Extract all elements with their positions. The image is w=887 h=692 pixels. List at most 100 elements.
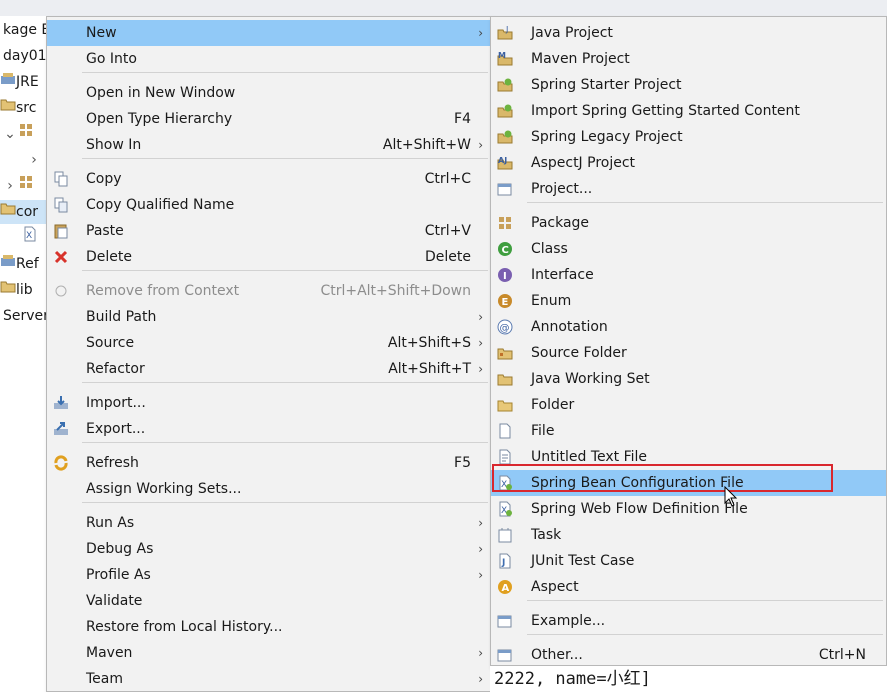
tree-expander-icon[interactable]: › — [26, 148, 42, 172]
submenu-item-label: Java Project — [531, 25, 613, 41]
source-folder-icon — [497, 345, 513, 361]
menu-item-open-type-hierarchy[interactable]: Open Type Hierarchy F4 — [47, 106, 491, 132]
explorer-tree-item[interactable]: day01_ — [3, 44, 46, 68]
menu-item-label: Restore from Local History... — [86, 619, 283, 635]
explorer-tree-item[interactable]: lib — [0, 278, 33, 302]
submenu-item-folder[interactable]: Folder — [491, 392, 886, 418]
menu-separator — [527, 634, 883, 635]
explorer-tree-item[interactable]: ⌄ — [2, 122, 34, 146]
explorer-tree-item[interactable]: Server — [3, 304, 46, 328]
explorer-tree-item[interactable]: X — [22, 226, 38, 250]
tree-expander-icon[interactable]: › — [2, 174, 18, 198]
submenu-item-spring-bean-configuration-file[interactable]: X Spring Bean Configuration File — [491, 470, 886, 496]
explorer-tree-item[interactable]: Ref — [0, 252, 39, 276]
menu-item-go-into[interactable]: Go Into — [47, 46, 491, 72]
submenu-item-annotation[interactable]: @ Annotation — [491, 314, 886, 340]
menu-item-restore-from-local-history[interactable]: Restore from Local History... — [47, 614, 491, 640]
menu-item-assign-working-sets[interactable]: Assign Working Sets... — [47, 476, 491, 502]
submenu-item-label: Spring Web Flow Definition File — [531, 501, 748, 517]
submenu-item-shortcut: Ctrl+N — [818, 647, 866, 663]
svg-text:A: A — [502, 583, 510, 594]
package-explorer: kage E day01_ JRE src ⌄ › › cor X Ref lib Server — [0, 16, 46, 692]
submenu-item-label: Maven Project — [531, 51, 630, 67]
spring-import-icon — [497, 103, 513, 119]
menu-item-source[interactable]: Source Alt+Shift+S › — [47, 330, 491, 356]
submenu-item-example[interactable]: Example... — [491, 608, 886, 634]
menu-item-import[interactable]: Import... — [47, 390, 491, 416]
menu-separator — [82, 442, 488, 443]
submenu-item-interface[interactable]: I Interface — [491, 262, 886, 288]
submenu-item-label: Class — [531, 241, 568, 257]
enum-icon: E — [497, 293, 513, 309]
submenu-arrow-icon: › — [478, 516, 483, 530]
explorer-tree-item[interactable]: cor — [0, 200, 46, 224]
submenu-item-aspect[interactable]: A Aspect — [491, 574, 886, 600]
menu-item-show-in[interactable]: Show In Alt+Shift+W › — [47, 132, 491, 158]
menu-item-paste[interactable]: Paste Ctrl+V — [47, 218, 491, 244]
menu-item-delete[interactable]: Delete Delete — [47, 244, 491, 270]
aspectj-project-icon: AJ — [497, 155, 513, 171]
submenu-arrow-icon: › — [478, 138, 483, 152]
submenu-item-maven-project[interactable]: M Maven Project — [491, 46, 886, 72]
submenu-item-spring-starter-project[interactable]: Spring Starter Project — [491, 72, 886, 98]
maven-project-icon: M — [497, 51, 513, 67]
submenu-item-package[interactable]: Package — [491, 210, 886, 236]
submenu-item-file[interactable]: File — [491, 418, 886, 444]
svg-text:I: I — [503, 271, 507, 282]
menu-item-run-as[interactable]: Run As › — [47, 510, 491, 536]
explorer-tree-item[interactable]: src — [0, 96, 36, 120]
svg-text:E: E — [502, 297, 509, 308]
explorer-tree-item[interactable]: › — [2, 174, 34, 198]
submenu-item-import-spring-getting-started-content[interactable]: Import Spring Getting Started Content — [491, 98, 886, 124]
menu-item-shortcut: Alt+Shift+T — [388, 361, 471, 377]
menu-item-remove-from-context[interactable]: Remove from Context Ctrl+Alt+Shift+Down — [47, 278, 491, 304]
explorer-tree-item[interactable]: › — [26, 148, 42, 172]
menu-item-copy-qualified-name[interactable]: Copy Qualified Name — [47, 192, 491, 218]
submenu-item-enum[interactable]: E Enum — [491, 288, 886, 314]
submenu-item-spring-legacy-project[interactable]: Spring Legacy Project — [491, 124, 886, 150]
submenu-item-project[interactable]: Project... — [491, 176, 886, 202]
submenu-item-spring-web-flow-definition-file[interactable]: X Spring Web Flow Definition File — [491, 496, 886, 522]
submenu-item-source-folder[interactable]: Source Folder — [491, 340, 886, 366]
submenu-item-junit-test-case[interactable]: J JUnit Test Case — [491, 548, 886, 574]
menu-item-profile-as[interactable]: Profile As › — [47, 562, 491, 588]
menu-item-label: Profile As — [86, 567, 151, 583]
submenu-item-aspectj-project[interactable]: AJ AspectJ Project — [491, 150, 886, 176]
refresh-icon — [53, 455, 69, 471]
submenu-item-untitled-text-file[interactable]: Untitled Text File — [491, 444, 886, 470]
menu-item-copy[interactable]: Copy Ctrl+C — [47, 166, 491, 192]
menu-item-build-path[interactable]: Build Path › — [47, 304, 491, 330]
tree-file-icon: X — [22, 226, 38, 250]
project-icon — [497, 181, 513, 197]
submenu-item-java-project[interactable]: J Java Project — [491, 20, 886, 46]
menu-item-open-in-new-window[interactable]: Open in New Window — [47, 80, 491, 106]
menu-item-export[interactable]: Export... — [47, 416, 491, 442]
menu-item-refresh[interactable]: Refresh F5 — [47, 450, 491, 476]
task-icon — [497, 527, 513, 543]
menu-separator — [82, 382, 488, 383]
submenu-item-label: Source Folder — [531, 345, 627, 361]
submenu-arrow-icon: › — [478, 568, 483, 582]
submenu-item-other[interactable]: Other... Ctrl+N — [491, 642, 886, 668]
submenu-item-label: Enum — [531, 293, 572, 309]
explorer-tree-item[interactable]: kage E — [3, 18, 46, 42]
menu-item-new[interactable]: New › — [47, 20, 491, 46]
submenu-item-class[interactable]: C Class — [491, 236, 886, 262]
submenu-item-task[interactable]: Task — [491, 522, 886, 548]
submenu-item-java-working-set[interactable]: Java Working Set — [491, 366, 886, 392]
svg-text:@: @ — [500, 323, 510, 334]
menu-item-maven[interactable]: Maven › — [47, 640, 491, 666]
menu-separator — [82, 72, 488, 73]
menu-item-label: Copy — [86, 171, 122, 187]
menu-item-validate[interactable]: Validate — [47, 588, 491, 614]
tree-expander-icon[interactable]: ⌄ — [2, 122, 18, 146]
menu-item-debug-as[interactable]: Debug As › — [47, 536, 491, 562]
menu-item-team[interactable]: Team › — [47, 666, 491, 692]
junit-icon: J — [497, 553, 513, 569]
submenu-item-label: Spring Legacy Project — [531, 129, 683, 145]
menu-item-refactor[interactable]: Refactor Alt+Shift+T › — [47, 356, 491, 382]
svg-text:AJ: AJ — [498, 156, 507, 165]
menu-item-shortcut: Alt+Shift+W — [382, 137, 471, 153]
menu-item-label: Open in New Window — [86, 85, 236, 101]
explorer-tree-item[interactable]: JRE — [0, 70, 39, 94]
